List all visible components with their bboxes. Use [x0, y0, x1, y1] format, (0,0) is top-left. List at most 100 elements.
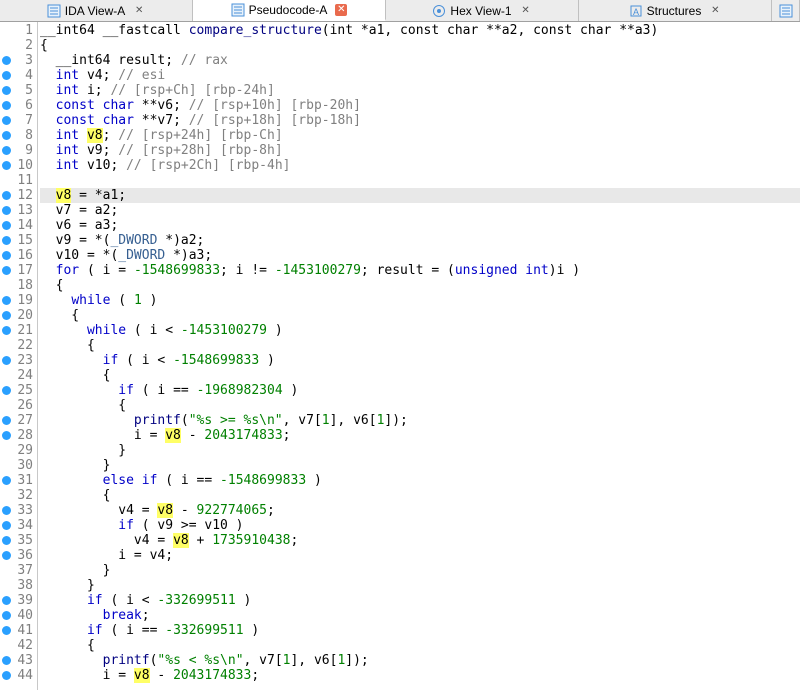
code-line[interactable]: i = v4; — [40, 548, 800, 563]
line-number[interactable]: 3 — [0, 53, 37, 68]
code-line[interactable]: v6 = a3; — [40, 218, 800, 233]
breakpoint-icon[interactable] — [2, 71, 11, 80]
code-line[interactable]: const char **v7; // [rsp+18h] [rbp-18h] — [40, 113, 800, 128]
breakpoint-icon[interactable] — [2, 221, 11, 230]
breakpoint-icon[interactable] — [2, 476, 11, 485]
line-number[interactable]: 11 — [0, 173, 37, 188]
code-line[interactable]: printf("%s >= %s\n", v7[1], v6[1]); — [40, 413, 800, 428]
code-line[interactable]: } — [40, 458, 800, 473]
code-line[interactable]: { — [40, 398, 800, 413]
code-line[interactable]: { — [40, 488, 800, 503]
code-line[interactable]: { — [40, 368, 800, 383]
breakpoint-icon[interactable] — [2, 506, 11, 515]
line-number[interactable]: 10 — [0, 158, 37, 173]
close-icon[interactable]: ✕ — [520, 5, 532, 17]
line-number[interactable]: 26 — [0, 398, 37, 413]
code-line[interactable]: while ( 1 ) — [40, 293, 800, 308]
line-number[interactable]: 41 — [0, 623, 37, 638]
code-line[interactable]: v4 = v8 + 1735910438; — [40, 533, 800, 548]
breakpoint-icon[interactable] — [2, 356, 11, 365]
line-number[interactable]: 30 — [0, 458, 37, 473]
code-line[interactable]: i = v8 - 2043174833; — [40, 668, 800, 683]
breakpoint-icon[interactable] — [2, 116, 11, 125]
line-number[interactable]: 24 — [0, 368, 37, 383]
breakpoint-icon[interactable] — [2, 191, 11, 200]
tab-overflow[interactable] — [772, 0, 800, 21]
line-number[interactable]: 9 — [0, 143, 37, 158]
code-line[interactable]: if ( v9 >= v10 ) — [40, 518, 800, 533]
breakpoint-icon[interactable] — [2, 596, 11, 605]
breakpoint-icon[interactable] — [2, 416, 11, 425]
breakpoint-icon[interactable] — [2, 86, 11, 95]
breakpoint-icon[interactable] — [2, 131, 11, 140]
breakpoint-icon[interactable] — [2, 296, 11, 305]
code-line[interactable]: else if ( i == -1548699833 ) — [40, 473, 800, 488]
code-line[interactable]: __int64 result; // rax — [40, 53, 800, 68]
code-line[interactable]: v7 = a2; — [40, 203, 800, 218]
breakpoint-icon[interactable] — [2, 311, 11, 320]
line-number[interactable]: 16 — [0, 248, 37, 263]
line-number[interactable]: 18 — [0, 278, 37, 293]
line-number[interactable]: 38 — [0, 578, 37, 593]
code-line[interactable]: printf("%s < %s\n", v7[1], v6[1]); — [40, 653, 800, 668]
code-line[interactable]: { — [40, 338, 800, 353]
code-line[interactable]: v10 = *(_DWORD *)a3; — [40, 248, 800, 263]
line-number[interactable]: 37 — [0, 563, 37, 578]
line-number[interactable]: 43 — [0, 653, 37, 668]
line-number[interactable]: 8 — [0, 128, 37, 143]
line-number[interactable]: 35 — [0, 533, 37, 548]
code-line[interactable]: if ( i == -332699511 ) — [40, 623, 800, 638]
code-line[interactable]: if ( i == -1968982304 ) — [40, 383, 800, 398]
code-line[interactable]: int v10; // [rsp+2Ch] [rbp-4h] — [40, 158, 800, 173]
breakpoint-icon[interactable] — [2, 671, 11, 680]
breakpoint-icon[interactable] — [2, 431, 11, 440]
code-line[interactable]: int v4; // esi — [40, 68, 800, 83]
line-number[interactable]: 39 — [0, 593, 37, 608]
line-number[interactable]: 5 — [0, 83, 37, 98]
line-number[interactable]: 13 — [0, 203, 37, 218]
code-line[interactable]: int v8; // [rsp+24h] [rbp-Ch] — [40, 128, 800, 143]
code-line[interactable]: } — [40, 443, 800, 458]
code-line[interactable]: i = v8 - 2043174833; — [40, 428, 800, 443]
line-number[interactable]: 22 — [0, 338, 37, 353]
line-number[interactable]: 29 — [0, 443, 37, 458]
breakpoint-icon[interactable] — [2, 536, 11, 545]
tab-hex-view[interactable]: Hex View-1 ✕ — [386, 0, 579, 21]
line-number[interactable]: 20 — [0, 308, 37, 323]
code-line[interactable]: for ( i = -1548699833; i != -1453100279;… — [40, 263, 800, 278]
line-number[interactable]: 23 — [0, 353, 37, 368]
line-number[interactable]: 7 — [0, 113, 37, 128]
code-line[interactable] — [40, 173, 800, 188]
breakpoint-icon[interactable] — [2, 611, 11, 620]
breakpoint-icon[interactable] — [2, 236, 11, 245]
line-number[interactable]: 44 — [0, 668, 37, 683]
line-number[interactable]: 27 — [0, 413, 37, 428]
line-number-gutter[interactable]: 1234567891011121314151617181920212223242… — [0, 22, 38, 690]
code-line[interactable]: while ( i < -1453100279 ) — [40, 323, 800, 338]
breakpoint-icon[interactable] — [2, 206, 11, 215]
code-line[interactable]: { — [40, 278, 800, 293]
close-icon[interactable]: ✕ — [709, 5, 721, 17]
code-line[interactable]: if ( i < -332699511 ) — [40, 593, 800, 608]
breakpoint-icon[interactable] — [2, 266, 11, 275]
line-number[interactable]: 36 — [0, 548, 37, 563]
code-line[interactable]: v8 = *a1; — [40, 188, 800, 203]
breakpoint-icon[interactable] — [2, 551, 11, 560]
line-number[interactable]: 4 — [0, 68, 37, 83]
code-line[interactable]: { — [40, 308, 800, 323]
code-line[interactable]: int i; // [rsp+Ch] [rbp-24h] — [40, 83, 800, 98]
code-line[interactable]: const char **v6; // [rsp+10h] [rbp-20h] — [40, 98, 800, 113]
code-line[interactable]: { — [40, 638, 800, 653]
tab-pseudocode[interactable]: Pseudocode-A ✕ — [193, 0, 386, 21]
close-icon[interactable]: ✕ — [335, 4, 347, 16]
line-number[interactable]: 33 — [0, 503, 37, 518]
line-number[interactable]: 6 — [0, 98, 37, 113]
code-line[interactable]: if ( i < -1548699833 ) — [40, 353, 800, 368]
close-icon[interactable]: ✕ — [133, 5, 145, 17]
line-number[interactable]: 12 — [0, 188, 37, 203]
breakpoint-icon[interactable] — [2, 326, 11, 335]
code-line[interactable]: int v9; // [rsp+28h] [rbp-8h] — [40, 143, 800, 158]
tab-structures[interactable]: A Structures ✕ — [579, 0, 772, 21]
line-number[interactable]: 2 — [0, 38, 37, 53]
code-line[interactable]: } — [40, 563, 800, 578]
